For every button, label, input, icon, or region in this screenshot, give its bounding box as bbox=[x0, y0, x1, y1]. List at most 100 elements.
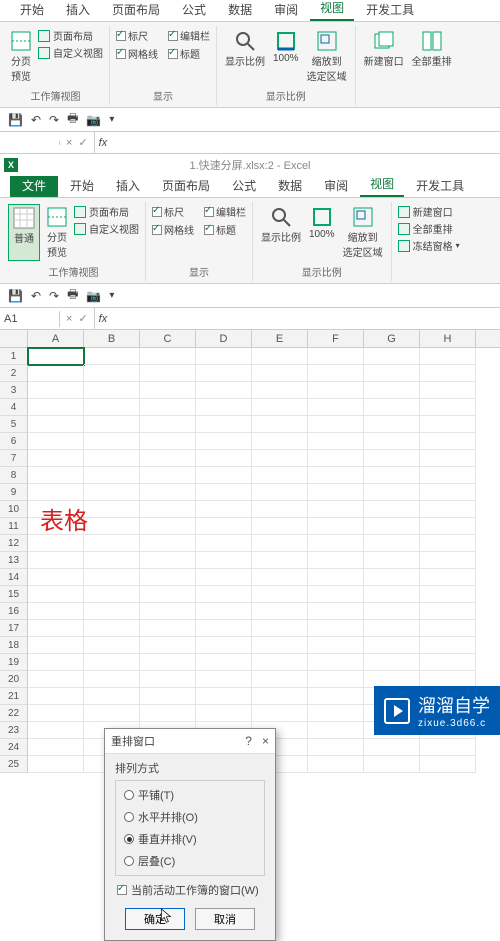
row-header[interactable]: 6 bbox=[0, 433, 28, 450]
tab-pagelayout[interactable]: 页面布局 bbox=[102, 0, 170, 21]
row-header[interactable]: 19 bbox=[0, 654, 28, 671]
zoom-100-button-2[interactable]: 100% bbox=[307, 204, 337, 261]
cell[interactable] bbox=[252, 484, 308, 501]
cell[interactable] bbox=[28, 586, 84, 603]
row-header[interactable]: 24 bbox=[0, 739, 28, 756]
row-header[interactable]: 21 bbox=[0, 688, 28, 705]
cell[interactable] bbox=[252, 518, 308, 535]
arrange-all-button-2[interactable]: 全部重排 bbox=[398, 221, 460, 236]
cell[interactable] bbox=[308, 484, 364, 501]
cell[interactable] bbox=[364, 756, 420, 773]
cell[interactable] bbox=[84, 603, 140, 620]
cell[interactable] bbox=[364, 501, 420, 518]
col-header[interactable]: G bbox=[364, 330, 420, 347]
cell[interactable] bbox=[364, 416, 420, 433]
cell[interactable] bbox=[308, 501, 364, 518]
cell[interactable] bbox=[84, 654, 140, 671]
dialog-close-button[interactable]: × bbox=[262, 734, 269, 748]
cell[interactable] bbox=[364, 382, 420, 399]
cell[interactable] bbox=[308, 535, 364, 552]
row-header[interactable]: 7 bbox=[0, 450, 28, 467]
cell[interactable] bbox=[196, 518, 252, 535]
row-header[interactable]: 2 bbox=[0, 365, 28, 382]
row-header[interactable]: 9 bbox=[0, 484, 28, 501]
row-header[interactable]: 16 bbox=[0, 603, 28, 620]
qat-camera-icon[interactable]: 📷 bbox=[86, 289, 101, 303]
cell[interactable] bbox=[364, 654, 420, 671]
cell[interactable] bbox=[84, 399, 140, 416]
cell[interactable] bbox=[196, 603, 252, 620]
cell[interactable] bbox=[196, 399, 252, 416]
cell[interactable] bbox=[252, 348, 308, 365]
cell[interactable] bbox=[420, 637, 476, 654]
name-box-1[interactable] bbox=[0, 141, 60, 145]
cell[interactable] bbox=[364, 399, 420, 416]
qat-camera-icon[interactable]: 📷 bbox=[86, 113, 101, 127]
cell[interactable] bbox=[308, 382, 364, 399]
cancel-button[interactable]: 取消 bbox=[195, 908, 255, 930]
qat-redo-icon[interactable]: ↷ bbox=[49, 289, 59, 303]
cell[interactable] bbox=[140, 535, 196, 552]
qat-customize-icon[interactable]: ▾ bbox=[109, 290, 114, 301]
cell[interactable] bbox=[196, 569, 252, 586]
zoom-button-2[interactable]: 显示比例 bbox=[259, 204, 303, 261]
ok-button[interactable]: 确定 bbox=[125, 908, 185, 930]
cell[interactable] bbox=[140, 484, 196, 501]
cell[interactable] bbox=[84, 535, 140, 552]
cell[interactable] bbox=[140, 603, 196, 620]
cell[interactable] bbox=[308, 739, 364, 756]
cell[interactable] bbox=[308, 399, 364, 416]
qat-customize-icon[interactable]: ▾ bbox=[109, 114, 114, 125]
fx-label-2[interactable]: fx bbox=[95, 313, 108, 325]
cell[interactable] bbox=[84, 365, 140, 382]
cell[interactable] bbox=[84, 620, 140, 637]
tab2-formulas[interactable]: 公式 bbox=[222, 174, 266, 197]
page-layout-button-2[interactable]: 页面布局 bbox=[74, 204, 139, 219]
cell[interactable] bbox=[140, 450, 196, 467]
cell[interactable] bbox=[196, 688, 252, 705]
cell[interactable] bbox=[28, 637, 84, 654]
cell[interactable] bbox=[28, 671, 84, 688]
row-header[interactable]: 22 bbox=[0, 705, 28, 722]
zoom-100-button[interactable]: 100% bbox=[271, 28, 301, 85]
dialog-help-button[interactable]: ? bbox=[245, 734, 252, 748]
tab-view[interactable]: 视图 bbox=[310, 0, 354, 21]
cell[interactable] bbox=[308, 722, 364, 739]
tab2-review[interactable]: 审阅 bbox=[314, 174, 358, 197]
cell[interactable] bbox=[28, 705, 84, 722]
cell[interactable] bbox=[28, 365, 84, 382]
col-header[interactable]: B bbox=[84, 330, 140, 347]
cell[interactable] bbox=[420, 620, 476, 637]
cell[interactable] bbox=[140, 705, 196, 722]
cell[interactable] bbox=[140, 552, 196, 569]
cell[interactable] bbox=[364, 365, 420, 382]
cell[interactable] bbox=[28, 620, 84, 637]
chk-gridlines[interactable]: 网格线 bbox=[116, 46, 158, 61]
qat-undo-icon[interactable]: ↶ bbox=[31, 289, 41, 303]
page-break-preview-button[interactable]: 分页 预览 bbox=[8, 28, 34, 85]
cell[interactable] bbox=[28, 348, 84, 365]
cell[interactable] bbox=[196, 586, 252, 603]
tab2-dev[interactable]: 开发工具 bbox=[406, 174, 474, 197]
cell[interactable] bbox=[364, 603, 420, 620]
cell[interactable] bbox=[308, 671, 364, 688]
chk-active-workbook[interactable]: 当前活动工作簿的窗口(W) bbox=[117, 882, 265, 898]
zoom-button[interactable]: 显示比例 bbox=[223, 28, 267, 85]
row-header[interactable]: 20 bbox=[0, 671, 28, 688]
cell[interactable] bbox=[140, 433, 196, 450]
fx-label[interactable]: fx bbox=[95, 137, 108, 149]
cell[interactable] bbox=[308, 552, 364, 569]
row-header[interactable]: 1 bbox=[0, 348, 28, 365]
cell[interactable] bbox=[140, 348, 196, 365]
qat-undo-icon[interactable]: ↶ bbox=[31, 113, 41, 127]
select-all-corner[interactable] bbox=[0, 330, 28, 347]
cell[interactable] bbox=[28, 450, 84, 467]
radio-cascade[interactable]: 层叠(C) bbox=[124, 853, 256, 869]
cell[interactable] bbox=[420, 433, 476, 450]
cell[interactable] bbox=[140, 467, 196, 484]
row-header[interactable]: 18 bbox=[0, 637, 28, 654]
cell[interactable] bbox=[140, 688, 196, 705]
cell[interactable] bbox=[196, 637, 252, 654]
cell[interactable] bbox=[252, 569, 308, 586]
cell[interactable] bbox=[252, 535, 308, 552]
